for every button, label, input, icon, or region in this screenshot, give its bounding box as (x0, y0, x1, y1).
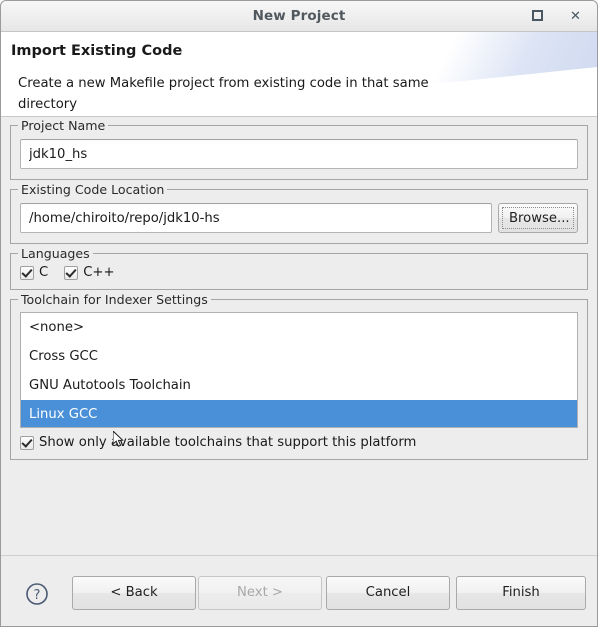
back-button[interactable]: < Back (72, 576, 196, 610)
checkbox-show-available-toolchains-label: Show only available toolchains that supp… (39, 435, 417, 450)
new-project-dialog: New Project ✕ Import Existing Code Creat… (0, 0, 598, 627)
existing-code-location-group-label: Existing Code Location (18, 182, 168, 197)
list-item[interactable]: Cross GCC (21, 342, 577, 371)
project-name-group: Project Name (10, 118, 588, 180)
window-title: New Project (252, 8, 346, 24)
browse-button-label: Browse... (509, 210, 570, 226)
help-icon[interactable]: ? (25, 582, 49, 606)
cancel-button[interactable]: Cancel (326, 576, 450, 610)
checkbox-cpp[interactable] (64, 265, 79, 280)
page-description: Create a new Makefile project from exist… (18, 76, 429, 112)
list-item-selected[interactable]: Linux GCC (21, 400, 577, 427)
dialog-body: Project Name Existing Code Location Brow… (1, 117, 597, 555)
page-title: Import Existing Code (11, 43, 183, 59)
window-titlebar[interactable]: New Project ✕ (1, 1, 597, 32)
toolchain-group-label: Toolchain for Indexer Settings (18, 292, 211, 307)
toolchain-list[interactable]: <none> Cross GCC GNU Autotools Toolchain… (20, 312, 578, 428)
list-item[interactable]: GNU Autotools Toolchain (21, 371, 577, 400)
wizard-header: Import Existing Code Create a new Makefi… (1, 32, 597, 117)
maximize-icon[interactable] (530, 9, 545, 24)
list-item[interactable]: <none> (21, 313, 577, 342)
toolchain-group: Toolchain for Indexer Settings <none> Cr… (10, 292, 588, 460)
close-icon[interactable]: ✕ (568, 9, 583, 24)
existing-code-location-group: Existing Code Location Browse... (10, 182, 588, 244)
languages-group: Languages C C++ (10, 246, 588, 290)
checkbox-c-label: C (39, 265, 49, 280)
svg-text:?: ? (34, 588, 41, 603)
project-name-input[interactable] (20, 139, 578, 169)
next-button: Next > (198, 576, 322, 610)
checkbox-cpp-label: C++ (83, 265, 115, 280)
project-name-group-label: Project Name (18, 118, 109, 133)
browse-button[interactable]: Browse... (498, 203, 578, 233)
existing-code-location-input[interactable] (20, 203, 492, 233)
square-glyph (532, 9, 543, 21)
checkbox-show-available-toolchains[interactable] (20, 435, 34, 450)
languages-group-label: Languages (18, 246, 93, 261)
finish-button[interactable]: Finish (456, 576, 586, 610)
checkbox-c[interactable] (20, 265, 34, 280)
